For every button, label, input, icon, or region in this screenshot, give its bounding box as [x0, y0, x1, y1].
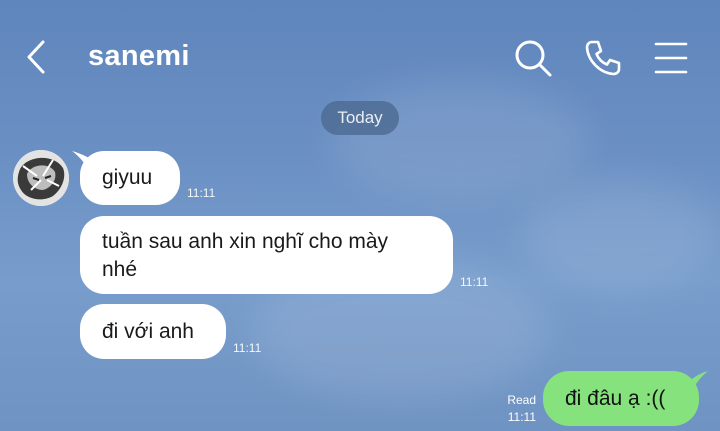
hamburger-menu-icon: [654, 42, 688, 74]
avatar-image: [13, 150, 69, 206]
date-separator: Today: [321, 101, 399, 135]
message-time: 11:11: [187, 186, 216, 200]
phone-icon: [585, 40, 621, 76]
chevron-left-icon: [27, 40, 45, 74]
contact-name[interactable]: sanemi: [88, 40, 190, 73]
search-icon: [515, 40, 552, 77]
message-text-line: tuần sau anh xin nghĩ cho mày: [102, 230, 389, 253]
message-bubble[interactable]: đi với anh: [80, 304, 226, 359]
call-button[interactable]: [583, 38, 623, 78]
message-time: 11:11: [507, 410, 536, 424]
back-button[interactable]: [22, 38, 52, 76]
message-time: 11:11: [460, 275, 489, 289]
message-text: giyuu: [102, 166, 153, 189]
message-time: 11:11: [233, 341, 262, 355]
message-bubble[interactable]: giyuu: [80, 151, 180, 205]
contact-avatar[interactable]: [13, 150, 69, 206]
read-status: Read: [507, 393, 536, 407]
menu-button[interactable]: [652, 38, 692, 78]
message-text: đi đâu ạ :((: [565, 387, 666, 410]
read-receipt: Read 11:11: [496, 392, 536, 426]
search-button[interactable]: [513, 38, 553, 78]
message-bubble-outgoing[interactable]: đi đâu ạ :((: [543, 371, 699, 426]
background-cloud: [520, 180, 720, 290]
message-text: đi với anh: [102, 320, 194, 343]
message-text-line: nhé: [102, 258, 138, 281]
message-bubble[interactable]: tuần sau anh xin nghĩ cho mày nhé: [80, 216, 453, 294]
chat-header: sanemi: [0, 0, 720, 115]
